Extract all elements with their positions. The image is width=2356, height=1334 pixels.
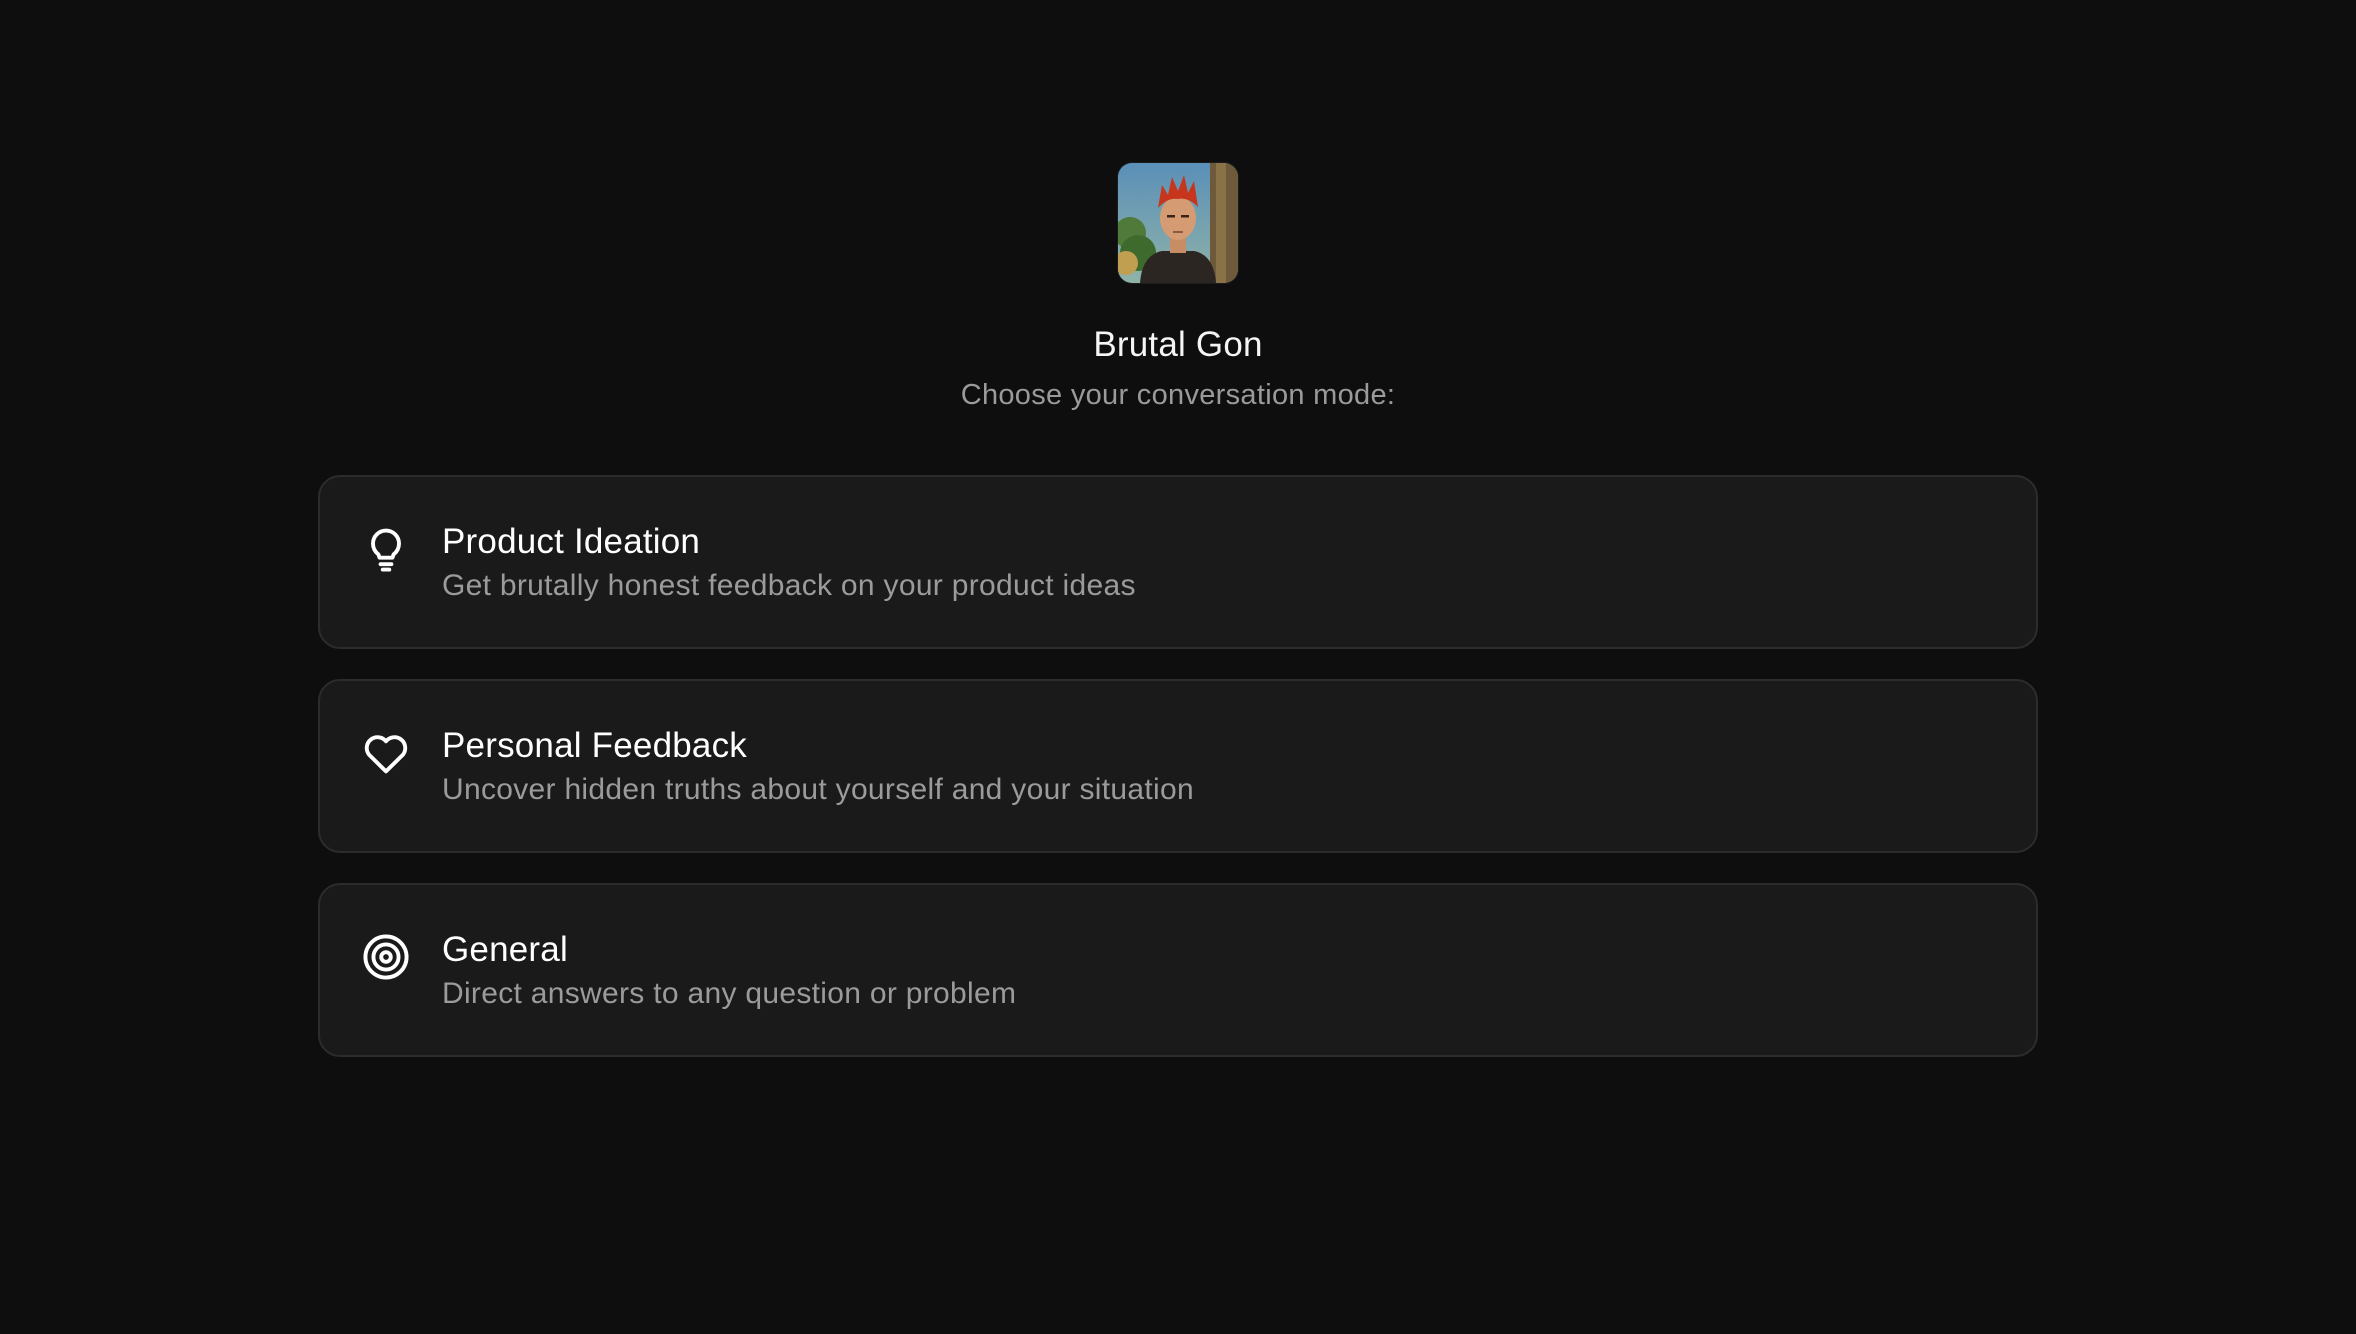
lightbulb-icon [360,523,412,575]
bot-name: Brutal Gon [1093,325,1263,364]
mode-card-text: General Direct answers to any question o… [442,929,1016,1014]
avatar-portrait-image [1118,163,1238,283]
mode-title: General [442,930,568,969]
mode-description: Uncover hidden truths about yourself and… [442,773,1194,806]
mode-card-personal-feedback[interactable]: Personal Feedback Uncover hidden truths … [318,679,2038,853]
mode-card-text: Product Ideation Get brutally honest fee… [442,521,1136,606]
mode-description: Get brutally honest feedback on your pro… [442,569,1136,602]
mode-prompt-subtitle: Choose your conversation mode: [960,379,1396,411]
heart-icon [360,727,412,779]
mode-list: Product Ideation Get brutally honest fee… [318,475,2038,1057]
mode-selection-screen: Brutal Gon Choose your conversation mode… [0,0,2356,1334]
mode-card-product-ideation[interactable]: Product Ideation Get brutally honest fee… [318,475,2038,649]
mode-description: Direct answers to any question or proble… [442,977,1017,1010]
mode-card-text: Personal Feedback Uncover hidden truths … [442,725,1194,810]
mode-card-general[interactable]: General Direct answers to any question o… [318,883,2038,1057]
avatar [1118,163,1238,283]
mode-title: Personal Feedback [442,726,747,765]
target-icon [360,931,412,983]
mode-title: Product Ideation [442,522,701,561]
